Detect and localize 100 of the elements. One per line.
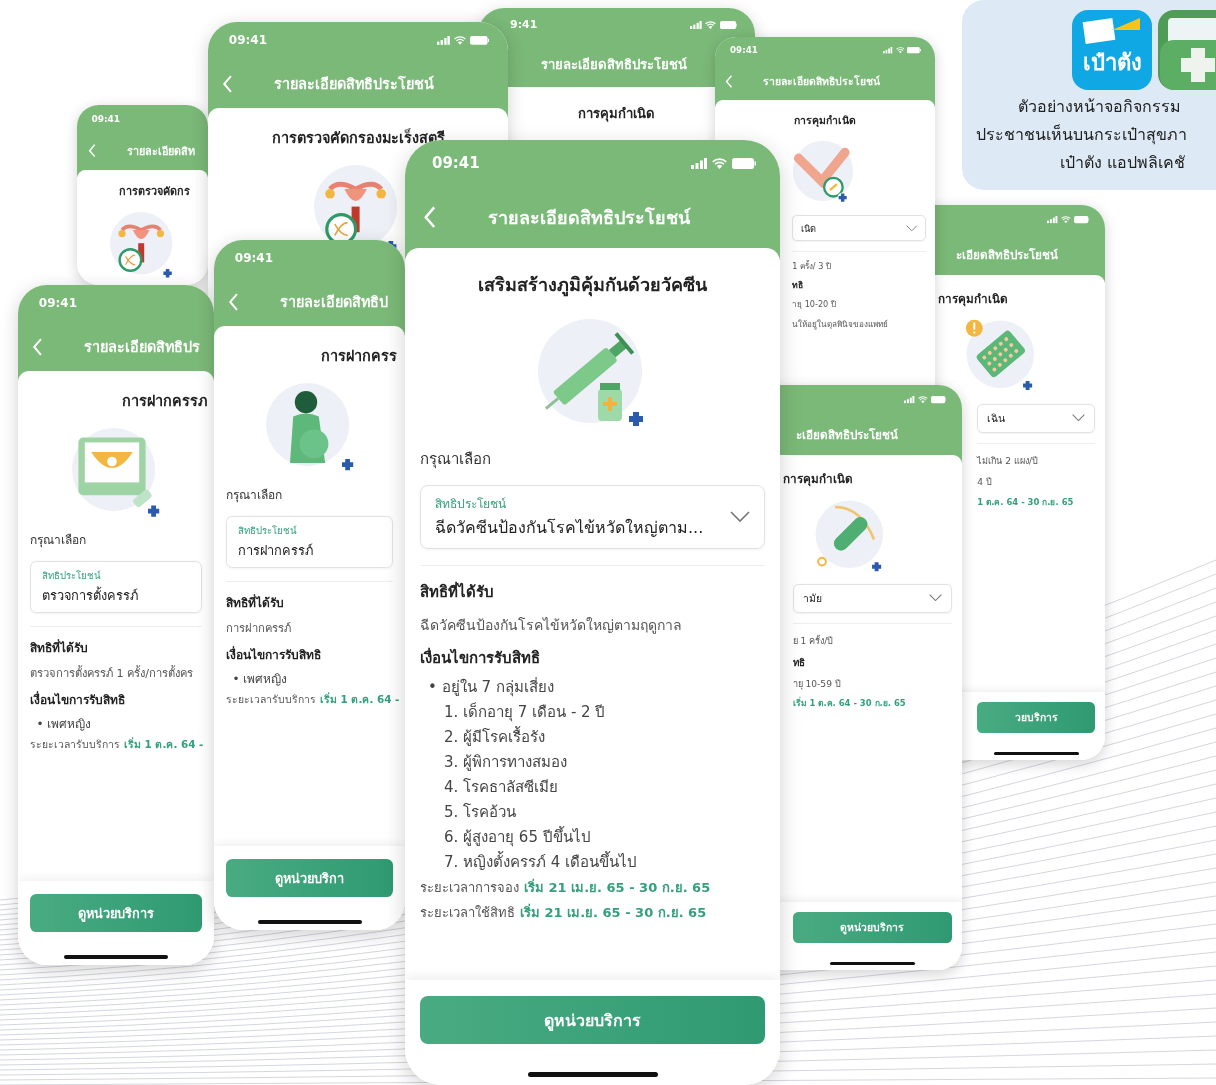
list-item-text: 1. เด็กอายุ 7 เดือน - 2 ปี [444, 701, 606, 724]
screen-title: ะเอียดสิทธิประโยชน์ [795, 427, 898, 445]
section-text: ตรวจการตั้งครรภ์ 1 ครั้ง/การตั้งคร [30, 664, 193, 682]
back-icon[interactable] [87, 144, 97, 158]
period-dates: เริ่ม 21 เม.ย. 65 - 30 ก.ย. 65 [524, 877, 711, 897]
status-time: 09:41 [432, 154, 480, 172]
screen-title: รายละเอียดสิทธิประโยชน์ [763, 74, 881, 90]
wifi-icon [1060, 216, 1071, 224]
field-value: ฉีดวัคซีนป้องกันโรคไข้หวัดใหญ่ตาม... [435, 517, 705, 539]
qr-card-drawing [1082, 16, 1142, 46]
list-item-text: 5. โรคอ้วน [444, 802, 517, 823]
field-value: การฝากครรภ์ [238, 541, 315, 560]
section-heading: สิทธิที่ได้รับ [226, 593, 284, 612]
period-dates: เริ่ม 1 ต.ค. 64 - [124, 736, 204, 752]
benefit-select[interactable]: สิทธิประโยชน์ ฉีดวัคซีนป้องกันโรคไข้หวัดใหญ่ตาม... [420, 485, 765, 549]
list-item-text: 7. หญิงตั้งครรภ์ 4 เดือนขึ้นไป [444, 850, 638, 873]
section-text: 4 ปี [977, 476, 992, 490]
screen-title: ะเอียดสิทธิประโยชน์ [955, 247, 1058, 265]
period-label: ระยะเวลารับบริการ [30, 736, 120, 752]
section-heading: เงื่อนไขการรับสิทธิ [226, 645, 321, 665]
benefit-title: การฝากครร [321, 347, 398, 366]
caption-text: เป๋าตัง แอปพลิเคชั [1060, 152, 1186, 174]
section-heading: ทธิ [792, 656, 805, 671]
field-value: เนิด [801, 221, 818, 236]
period-dates: 1 ต.ค. 64 - 30 ก.ย. 65 [977, 495, 1074, 509]
benefit-select[interactable]: สิทธิประโยชน์ การฝากครรภ์ [226, 515, 393, 568]
bullet-text: • อยู่ใน 7 กลุ่มเสี่ยง [428, 676, 554, 699]
signal-icon [904, 396, 915, 404]
wifi-icon [895, 47, 905, 54]
benefit-select[interactable]: เนิด [792, 215, 927, 242]
signal-icon [883, 47, 893, 54]
benefit-title: การฝากครรภ [122, 392, 207, 411]
screen-title: รายละเอียดสิทธิป [280, 293, 389, 313]
field-label: สิทธิประโยชน์ [238, 523, 299, 538]
screen-title: รายละเอียดสิทธิประโยชน์ [274, 74, 435, 95]
benefit-title: การคุมกำเนิด [937, 290, 1008, 308]
section-text: ฉีดวัคซีนป้องกันโรคไข้หวัดใหญ่ตามฤดูกาล [420, 616, 682, 636]
status-time: 09:41 [91, 113, 121, 124]
benefit-select[interactable]: ามัย [792, 583, 953, 614]
battery-icon [907, 47, 922, 54]
field-value: เฉิน [987, 410, 1007, 426]
screen-title: รายละเอียดสิท [126, 143, 195, 160]
period-label: ระยะเวลาการจอง [420, 879, 519, 897]
list-item-text: 4. โรคธาลัสซีเมีย [444, 777, 559, 798]
field-label: สิทธิประโยชน์ [435, 496, 507, 513]
benefit-title: การคุมกำเนิด [782, 470, 853, 488]
battery-icon [732, 157, 756, 169]
section-heading: เงื่อนไขการรับสิทธิ [420, 646, 540, 669]
benefit-title: การตรวจคัดกรองมะเร็งสตรี [271, 128, 445, 148]
field-value: ตรวจการตั้งครรภ์ [42, 585, 140, 605]
prompt-text: กรุณาเลือก [226, 487, 282, 505]
back-icon[interactable] [228, 292, 240, 311]
benefit-select[interactable]: สิทธิประโยชน์ ตรวจการตั้งครรภ์ [30, 560, 202, 613]
screen-title: รายละเอียดสิทธิปร [84, 338, 201, 358]
section-text: การฝากครรภ์ [226, 620, 291, 637]
list-item-text: 3. ผู้พิการทางสมอง [444, 752, 568, 773]
section-text: ไม่เกิน 2 แผง/ปี [977, 454, 1038, 468]
section-heading: ทธิ [792, 279, 804, 293]
wifi-icon [453, 36, 466, 45]
signal-icon [690, 20, 702, 29]
section-heading: สิทธิที่ได้รับ [30, 638, 88, 657]
status-time: 9:41 [510, 18, 538, 32]
wifi-icon [917, 396, 928, 404]
battery-icon [1073, 216, 1090, 224]
battery-icon [469, 36, 489, 45]
battery-icon [719, 20, 738, 29]
status-time: 09:41 [234, 251, 273, 266]
section-text: นให้อยู่ในดุลพินิจของแพทย์ [792, 317, 889, 332]
period-dates: เริ่ม 1 ต.ค. 64 - 30 ก.ย. 65 [792, 696, 906, 710]
list-item-text: 2. ผู้มีโรคเรื้อรัง [444, 725, 546, 748]
screen-title: รายละเอียดสิทธิประโยชน์ [540, 55, 687, 74]
back-icon[interactable] [222, 74, 234, 93]
status-time: 09:41 [228, 33, 267, 48]
benefit-title: เสริมสร้างภูมิคุ้มกันด้วยวัคซีน [478, 273, 707, 299]
section-text: 1 ครั้ง/ 3 ปี [792, 259, 831, 274]
list-item-text: 6. ผู้สูงอายุ 65 ปีขึ้นไป [444, 825, 591, 849]
status-time: 09:41 [38, 296, 77, 311]
back-icon[interactable] [725, 75, 734, 89]
signal-icon [436, 36, 450, 45]
benefit-title: การตรวจคัดกร [119, 184, 190, 200]
section-heading: เงื่อนไขการรับสิทธิ [30, 690, 125, 710]
benefit-title: การคุมกำเนิด [578, 104, 655, 124]
benefit-select[interactable]: เฉิน [977, 403, 1096, 434]
period-label: ระยะเวลารับบริการ [226, 691, 316, 707]
health-app-icon [1158, 10, 1216, 90]
benefit-title: การคุมกำเนิด [794, 113, 856, 129]
status-time: 09:41 [730, 45, 758, 56]
section-heading: สิทธิที่ได้รับ [420, 580, 494, 603]
signal-icon [691, 157, 707, 169]
screen-title: รายละเอียดสิทธิประโยชน์ [488, 205, 690, 230]
caption-text: ประชาชนเห็นบนกระเป๋าสุขภา [976, 124, 1187, 146]
section-text: ายุ 10-59 ปี [792, 677, 841, 692]
back-icon[interactable] [423, 205, 437, 229]
prompt-text: กรุณาเลือก [420, 449, 491, 471]
battery-icon [930, 396, 947, 404]
prompt-text: กรุณาเลือก [30, 532, 86, 550]
wifi-icon [705, 20, 717, 29]
back-icon[interactable] [32, 337, 44, 356]
field-label: สิทธิประโยชน์ [42, 568, 103, 583]
signal-icon [1047, 216, 1058, 224]
